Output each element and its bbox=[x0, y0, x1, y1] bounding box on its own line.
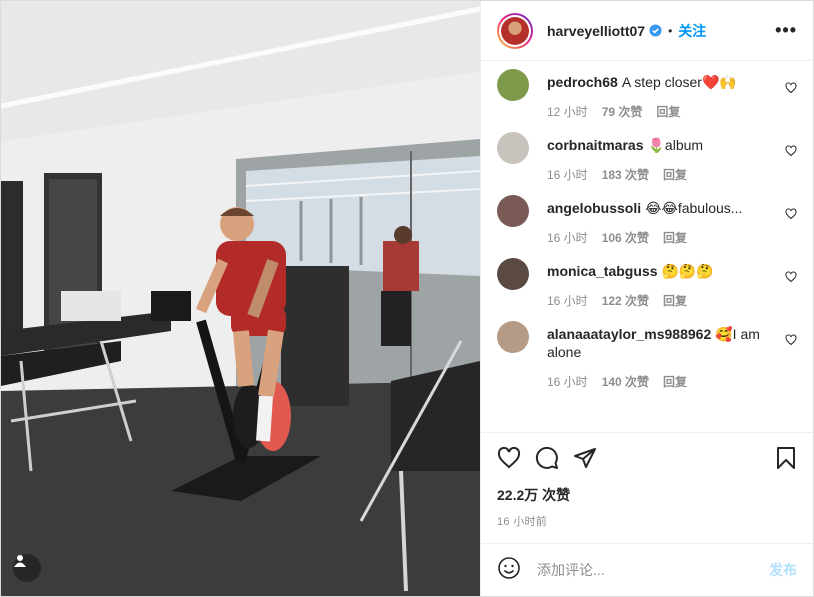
post-likes-count[interactable]: 22.2万 次赞 bbox=[497, 485, 797, 505]
tagged-users-button[interactable] bbox=[13, 554, 41, 582]
follow-button[interactable]: 关注 bbox=[678, 21, 706, 41]
post-actions: 22.2万 次赞 16 小时前 bbox=[481, 432, 813, 529]
share-paper-plane-icon[interactable] bbox=[573, 446, 597, 475]
like-comment-heart-icon[interactable] bbox=[785, 207, 797, 225]
commenter-username[interactable]: angelobussoli bbox=[547, 200, 641, 216]
header-separator: • bbox=[668, 23, 673, 38]
emoji-smiley-icon[interactable] bbox=[497, 556, 521, 585]
comment-time: 16 小时 bbox=[547, 231, 588, 245]
comment-item: monica_tabguss 🤔🤔🤔 16 小时 122 次赞 回复 bbox=[497, 258, 797, 309]
user-icon bbox=[14, 555, 26, 567]
reply-button[interactable]: 回复 bbox=[663, 229, 687, 246]
like-comment-heart-icon[interactable] bbox=[785, 81, 797, 99]
post-dialog: harveyelliott07 • 关注 ••• pedroch68 A step… bbox=[0, 0, 814, 597]
comment-item: corbnaitmaras 🌷album 16 小时 183 次赞 回复 bbox=[497, 132, 797, 183]
post-photo[interactable] bbox=[1, 1, 480, 596]
like-comment-heart-icon[interactable] bbox=[785, 333, 797, 351]
comment-text: 😂😂fabulous... bbox=[645, 200, 743, 216]
comment-time: 16 小时 bbox=[547, 375, 588, 389]
comment-text: 🌷album bbox=[647, 137, 704, 153]
like-comment-heart-icon[interactable] bbox=[785, 144, 797, 162]
author-avatar[interactable] bbox=[497, 12, 533, 49]
comment-likes[interactable]: 79 次赞 bbox=[602, 103, 643, 120]
reply-button[interactable]: 回复 bbox=[663, 292, 687, 309]
like-comment-heart-icon[interactable] bbox=[785, 270, 797, 288]
add-comment-bar: 发布 bbox=[481, 543, 813, 596]
comment-time: 16 小时 bbox=[547, 294, 588, 308]
commenter-username[interactable]: pedroch68 bbox=[547, 74, 618, 90]
comment-likes[interactable]: 140 次赞 bbox=[602, 373, 649, 390]
comments-list[interactable]: pedroch68 A step closer❤️🙌 12 小时 79 次赞 回复 c… bbox=[481, 61, 813, 432]
post-timestamp[interactable]: 16 小时前 bbox=[497, 513, 797, 529]
reply-button[interactable]: 回复 bbox=[663, 373, 687, 390]
comment-text: A step closer❤️🙌 bbox=[621, 74, 737, 90]
comment-time: 16 小时 bbox=[547, 168, 588, 182]
reply-button[interactable]: 回复 bbox=[656, 103, 680, 120]
commenter-avatar[interactable] bbox=[497, 69, 529, 101]
post-side-panel: harveyelliott07 • 关注 ••• pedroch68 A step… bbox=[480, 1, 813, 596]
comment-likes[interactable]: 122 次赞 bbox=[602, 292, 649, 309]
comment-likes[interactable]: 106 次赞 bbox=[602, 229, 649, 246]
commenter-username[interactable]: alanaaataylor_ms988962 bbox=[547, 326, 711, 342]
commenter-avatar[interactable] bbox=[497, 321, 529, 353]
commenter-avatar[interactable] bbox=[497, 258, 529, 290]
author-username[interactable]: harveyelliott07 bbox=[547, 23, 645, 39]
comment-item: pedroch68 A step closer❤️🙌 12 小时 79 次赞 回复 bbox=[497, 69, 797, 120]
verified-badge-icon bbox=[649, 24, 662, 37]
comment-bubble-icon[interactable] bbox=[535, 446, 559, 475]
more-options-button[interactable]: ••• bbox=[775, 20, 797, 41]
reply-button[interactable]: 回复 bbox=[663, 166, 687, 183]
comment-time: 12 小时 bbox=[547, 105, 588, 119]
add-comment-input[interactable] bbox=[535, 561, 769, 579]
like-heart-icon[interactable] bbox=[497, 446, 521, 475]
comment-item: alanaaataylor_ms988962 🥰I am alone 16 小时 1… bbox=[497, 321, 797, 390]
commenter-username[interactable]: monica_tabguss bbox=[547, 263, 657, 279]
comment-likes[interactable]: 183 次赞 bbox=[602, 166, 649, 183]
commenter-avatar[interactable] bbox=[497, 195, 529, 227]
save-bookmark-icon[interactable] bbox=[775, 446, 797, 475]
post-header: harveyelliott07 • 关注 ••• bbox=[481, 1, 813, 61]
gym-photo-illustration bbox=[1, 1, 480, 596]
comment-item: angelobussoli 😂😂fabulous... 16 小时 106 次赞 回复 bbox=[497, 195, 797, 246]
commenter-avatar[interactable] bbox=[497, 132, 529, 164]
post-comment-button[interactable]: 发布 bbox=[769, 560, 797, 580]
comment-text: 🤔🤔🤔 bbox=[661, 263, 714, 279]
commenter-username[interactable]: corbnaitmaras bbox=[547, 137, 643, 153]
